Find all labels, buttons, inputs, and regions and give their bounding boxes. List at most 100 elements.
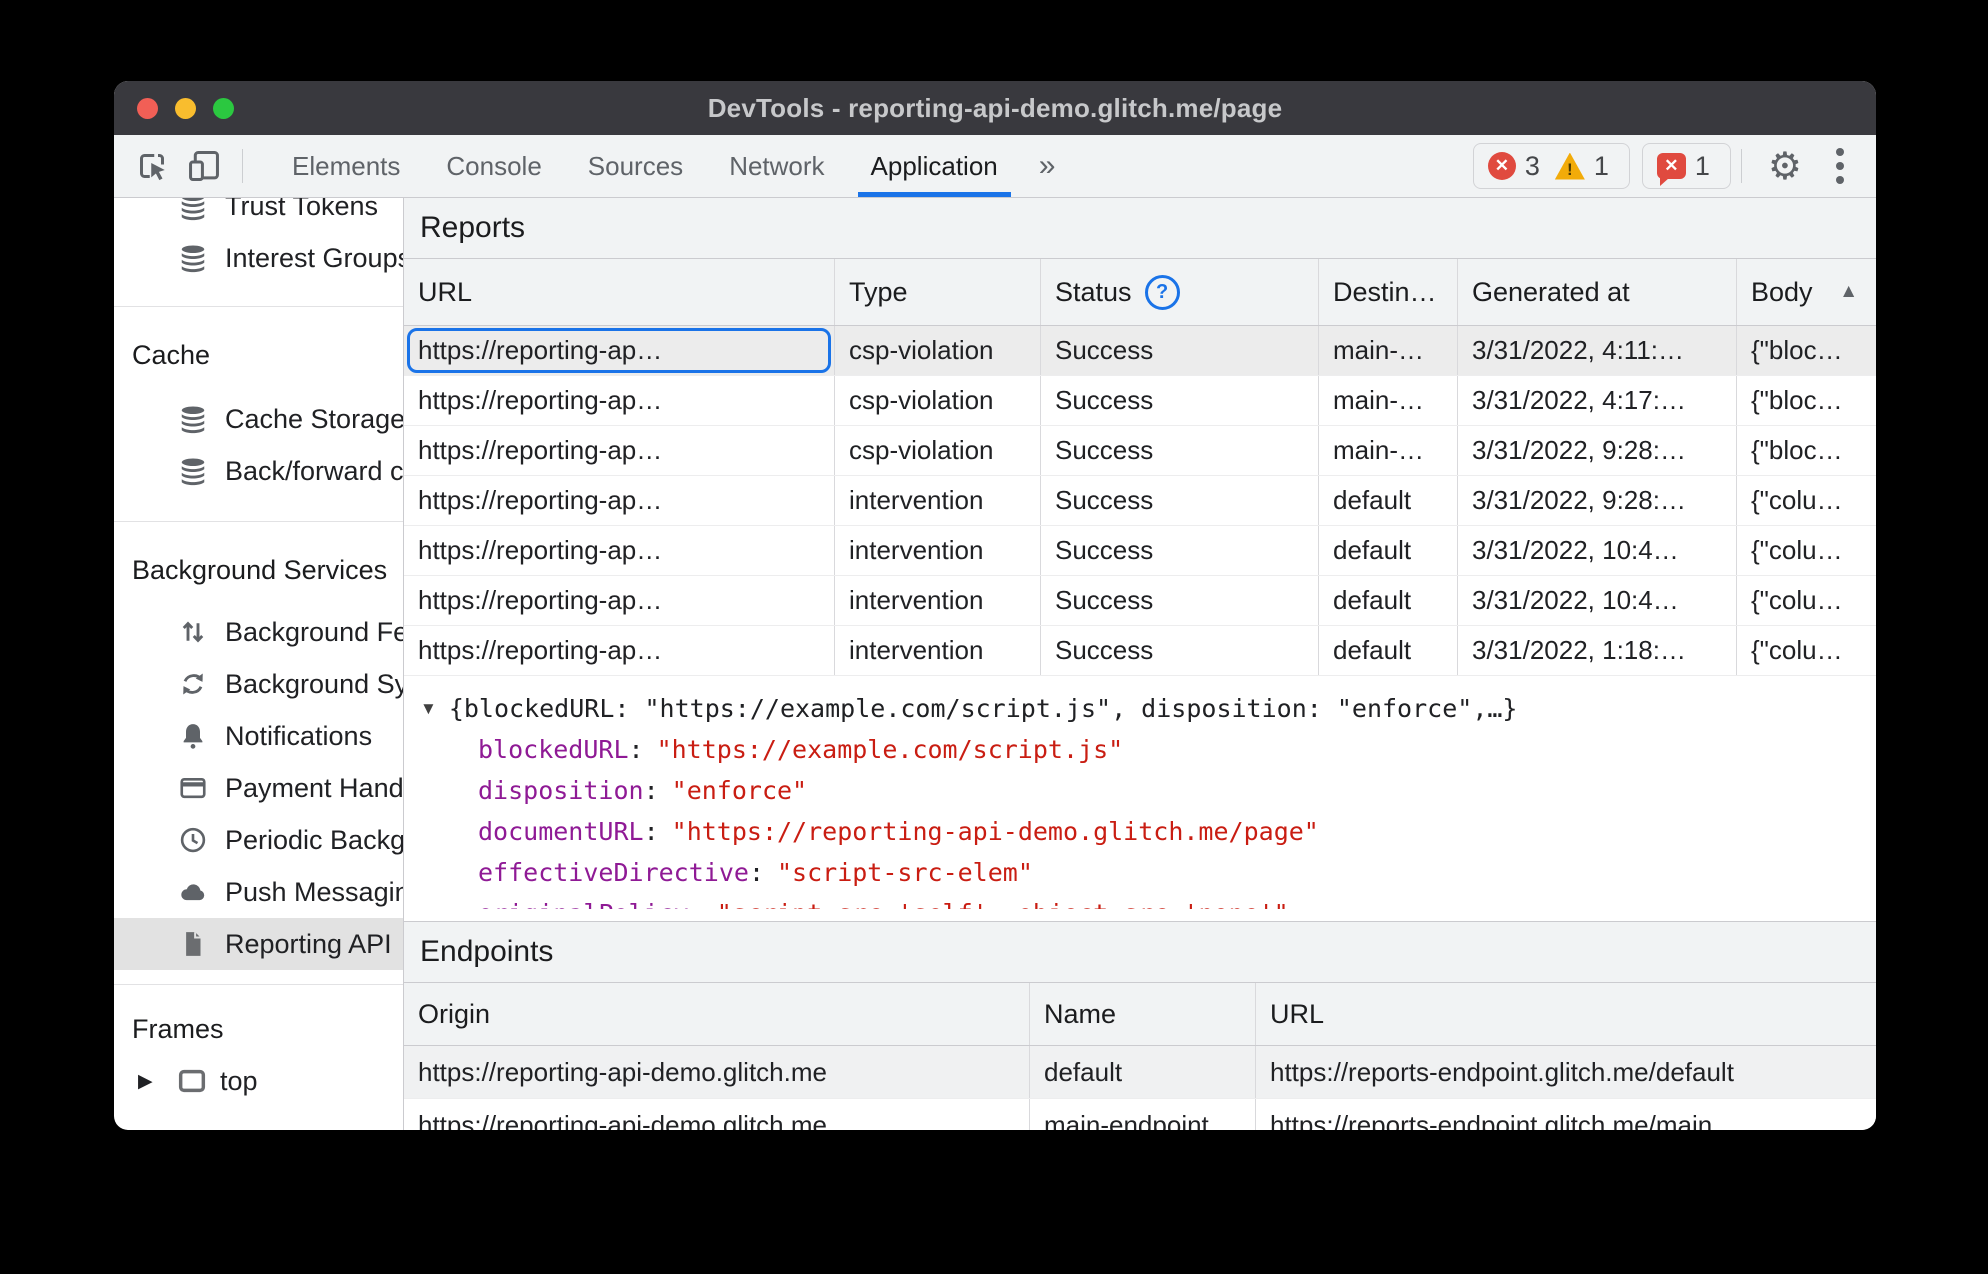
device-toolbar-icon[interactable]: [178, 135, 230, 197]
report-row[interactable]: https://reporting-ap… intervention Succe…: [404, 626, 1876, 676]
status-help-icon[interactable]: ?: [1144, 274, 1180, 310]
report-body-cell[interactable]: {"colu…: [1737, 626, 1876, 675]
payment-card-icon: [180, 777, 206, 799]
report-type-cell[interactable]: csp-violation: [835, 376, 1041, 425]
report-url-cell[interactable]: https://reporting-ap…: [404, 626, 835, 675]
report-row[interactable]: https://reporting-ap… intervention Succe…: [404, 476, 1876, 526]
sidebar-item-back-forward-cache[interactable]: Back/forward cache: [114, 445, 403, 497]
report-url-cell[interactable]: https://reporting-ap…: [404, 376, 835, 425]
report-destination-cell[interactable]: default: [1319, 476, 1458, 525]
report-generated-cell[interactable]: 3/31/2022, 1:18:…: [1458, 626, 1737, 675]
settings-gear-icon[interactable]: ⚙: [1752, 144, 1818, 189]
report-type-cell[interactable]: intervention: [835, 626, 1041, 675]
sidebar-item-payment-handler[interactable]: Payment Handler: [114, 762, 403, 814]
tab-elements[interactable]: Elements: [269, 135, 423, 197]
sidebar-item-interest-groups[interactable]: Interest Groups: [114, 232, 403, 284]
minimize-window-button[interactable]: [175, 97, 196, 119]
report-status-cell[interactable]: Success: [1041, 576, 1319, 625]
sidebar-item-reporting-api[interactable]: Reporting API: [114, 918, 403, 970]
inspect-element-icon[interactable]: [126, 135, 178, 197]
column-header-destination[interactable]: Destin…: [1319, 259, 1458, 325]
report-generated-cell[interactable]: 3/31/2022, 4:17:…: [1458, 376, 1737, 425]
report-url-cell[interactable]: https://reporting-ap…: [404, 426, 835, 475]
endpoint-row[interactable]: https://reporting-api-demo.glitch.me mai…: [404, 1099, 1876, 1130]
column-header-endpoint-url[interactable]: URL: [1256, 983, 1876, 1045]
tab-sources[interactable]: Sources: [565, 135, 706, 197]
tab-console[interactable]: Console: [423, 135, 564, 197]
collapse-triangle-icon[interactable]: ▼: [420, 699, 437, 719]
report-row[interactable]: https://reporting-ap… csp-violation Succ…: [404, 376, 1876, 426]
column-header-origin[interactable]: Origin: [404, 983, 1030, 1045]
sidebar-divider: [114, 306, 403, 307]
column-header-generated-at[interactable]: Generated at: [1458, 259, 1737, 325]
sidebar-item-periodic-background-sync[interactable]: Periodic Background: [114, 814, 403, 866]
report-generated-cell[interactable]: 3/31/2022, 10:4…: [1458, 526, 1737, 575]
report-generated-cell[interactable]: 3/31/2022, 10:4…: [1458, 576, 1737, 625]
console-errors-warnings-badge[interactable]: ✕ 3 ! 1: [1472, 143, 1630, 189]
sidebar-item-cache-storage[interactable]: Cache Storage: [114, 393, 403, 445]
report-type-cell[interactable]: csp-violation: [835, 426, 1041, 475]
column-header-type[interactable]: Type: [835, 259, 1041, 325]
endpoint-origin-cell[interactable]: https://reporting-api-demo.glitch.me: [404, 1046, 1030, 1098]
report-status-cell[interactable]: Success: [1041, 426, 1319, 475]
report-body-cell[interactable]: {"bloc…: [1737, 376, 1876, 425]
report-row[interactable]: https://reporting-ap… csp-violation Succ…: [404, 326, 1876, 376]
report-body-cell[interactable]: {"colu…: [1737, 576, 1876, 625]
report-generated-cell[interactable]: 3/31/2022, 9:28:…: [1458, 476, 1737, 525]
report-destination-cell[interactable]: default: [1319, 526, 1458, 575]
report-url-cell[interactable]: https://reporting-ap…: [404, 326, 835, 375]
report-destination-cell[interactable]: main-…: [1319, 326, 1458, 375]
report-generated-cell[interactable]: 3/31/2022, 4:11:…: [1458, 326, 1737, 375]
report-status-cell[interactable]: Success: [1041, 626, 1319, 675]
sidebar-item-label: Background Fetch: [225, 616, 403, 647]
report-body-cell[interactable]: {"bloc…: [1737, 426, 1876, 475]
report-row[interactable]: https://reporting-ap… csp-violation Succ…: [404, 426, 1876, 476]
column-header-body[interactable]: Body ▲: [1737, 259, 1876, 325]
more-tabs-chevron[interactable]: »: [1021, 135, 1074, 197]
sidebar-item-trust-tokens[interactable]: Trust Tokens: [114, 198, 403, 232]
sidebar-item-background-sync[interactable]: Background Sync: [114, 658, 403, 710]
endpoint-name-cell[interactable]: main-endpoint: [1030, 1099, 1256, 1130]
report-type-cell[interactable]: intervention: [835, 476, 1041, 525]
report-destination-cell[interactable]: main-…: [1319, 426, 1458, 475]
panel-tabs: Elements Console Sources Network Applica…: [269, 135, 1073, 197]
report-type-cell[interactable]: intervention: [835, 526, 1041, 575]
report-status-cell[interactable]: Success: [1041, 326, 1319, 375]
tab-application[interactable]: Application: [848, 135, 1021, 197]
report-url-cell[interactable]: https://reporting-ap…: [404, 526, 835, 575]
report-body-cell[interactable]: {"bloc…: [1737, 326, 1876, 375]
report-row[interactable]: https://reporting-ap… intervention Succe…: [404, 526, 1876, 576]
sidebar-item-top-frame[interactable]: ▶ top: [114, 1055, 403, 1107]
expand-arrow-icon[interactable]: ▶: [138, 1070, 164, 1093]
column-header-status[interactable]: Status?: [1041, 259, 1319, 325]
column-header-url[interactable]: URL: [404, 259, 835, 325]
report-row[interactable]: https://reporting-ap… intervention Succe…: [404, 576, 1876, 626]
report-status-cell[interactable]: Success: [1041, 526, 1319, 575]
close-window-button[interactable]: [137, 97, 158, 119]
sidebar-item-background-fetch[interactable]: Background Fetch: [114, 606, 403, 658]
column-header-name[interactable]: Name: [1030, 983, 1256, 1045]
endpoint-url-cell[interactable]: https://reports-endpoint.glitch.me/defau…: [1256, 1046, 1876, 1098]
tab-network[interactable]: Network: [706, 135, 847, 197]
zoom-window-button[interactable]: [213, 97, 234, 119]
report-destination-cell[interactable]: default: [1319, 576, 1458, 625]
endpoint-origin-cell[interactable]: https://reporting-api-demo.glitch.me: [404, 1099, 1030, 1130]
issues-badge[interactable]: ✕ 1: [1641, 143, 1731, 189]
report-body-cell[interactable]: {"colu…: [1737, 526, 1876, 575]
report-url-cell[interactable]: https://reporting-ap…: [404, 476, 835, 525]
sidebar-item-notifications[interactable]: Notifications: [114, 710, 403, 762]
report-body-cell[interactable]: {"colu…: [1737, 476, 1876, 525]
endpoint-name-cell[interactable]: default: [1030, 1046, 1256, 1098]
sidebar-item-push-messaging[interactable]: Push Messaging: [114, 866, 403, 918]
report-url-cell[interactable]: https://reporting-ap…: [404, 576, 835, 625]
endpoint-row[interactable]: https://reporting-api-demo.glitch.me def…: [404, 1046, 1876, 1099]
report-generated-cell[interactable]: 3/31/2022, 9:28:…: [1458, 426, 1737, 475]
kebab-menu-icon[interactable]: [1818, 148, 1862, 184]
report-destination-cell[interactable]: main-…: [1319, 376, 1458, 425]
endpoint-url-cell[interactable]: https://reports-endpoint.glitch.me/main: [1256, 1099, 1876, 1131]
report-status-cell[interactable]: Success: [1041, 376, 1319, 425]
report-destination-cell[interactable]: default: [1319, 626, 1458, 675]
report-status-cell[interactable]: Success: [1041, 476, 1319, 525]
report-type-cell[interactable]: intervention: [835, 576, 1041, 625]
report-type-cell[interactable]: csp-violation: [835, 326, 1041, 375]
